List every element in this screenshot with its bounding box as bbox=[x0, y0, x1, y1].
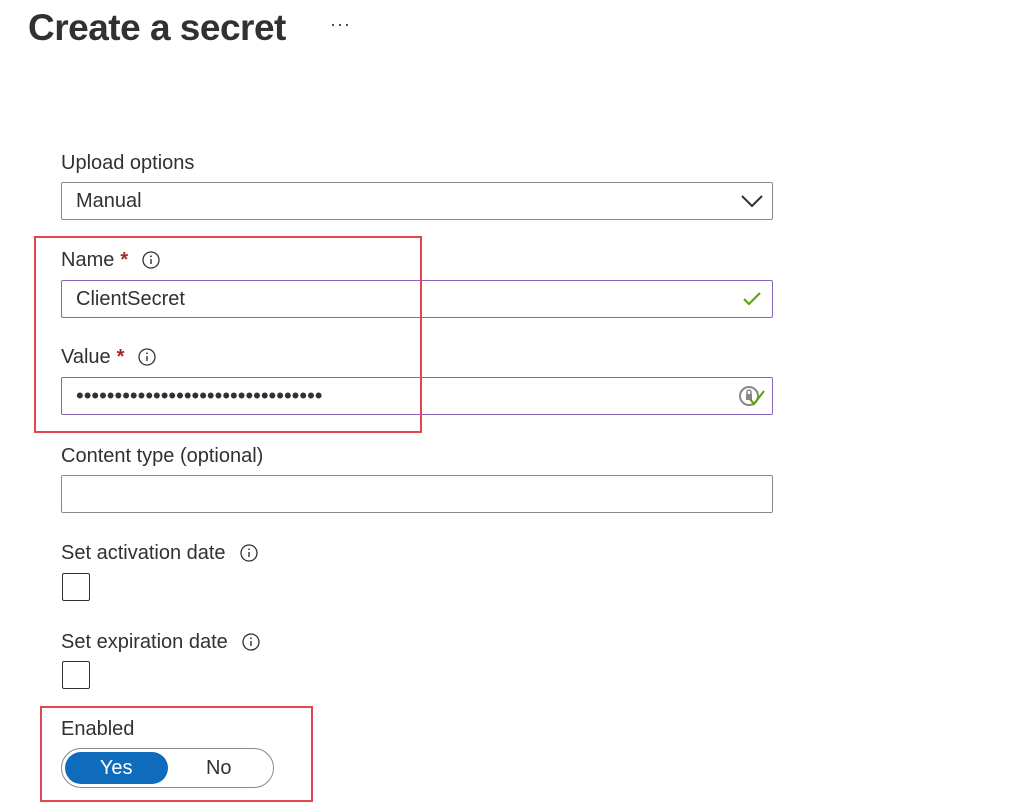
enabled-label: Enabled bbox=[61, 716, 134, 742]
enabled-no-option[interactable]: No bbox=[168, 752, 271, 784]
content-type-label-text: Content type (optional) bbox=[61, 445, 264, 467]
activation-date-label: Set activation date bbox=[61, 540, 258, 566]
checkmark-icon bbox=[732, 281, 772, 317]
chevron-down-icon bbox=[732, 183, 772, 219]
name-label: Name * bbox=[61, 247, 160, 273]
value-input[interactable]: •••••••••••••••••••••••••••••••• bbox=[61, 377, 773, 415]
info-icon[interactable] bbox=[138, 348, 157, 366]
upload-options-label: Upload options bbox=[61, 150, 194, 176]
upload-options-selected-value: Manual bbox=[76, 190, 142, 212]
value-label: Value * bbox=[61, 344, 157, 370]
activation-date-label-text: Set activation date bbox=[61, 542, 226, 564]
expiration-date-label-text: Set expiration date bbox=[61, 631, 228, 653]
required-asterisk: * bbox=[116, 346, 125, 368]
content-type-label: Content type (optional) bbox=[61, 443, 263, 469]
name-label-text: Name bbox=[61, 249, 115, 271]
value-label-text: Value bbox=[61, 346, 111, 368]
content-type-input[interactable] bbox=[61, 475, 773, 513]
more-options-button[interactable]: ··· bbox=[330, 12, 351, 36]
info-icon[interactable] bbox=[239, 544, 258, 562]
name-input-value: ClientSecret bbox=[76, 288, 185, 310]
page-title: Create a secret bbox=[28, 7, 286, 48]
value-input-masked: •••••••••••••••••••••••••••••••• bbox=[76, 383, 323, 408]
upload-options-label-text: Upload options bbox=[61, 152, 195, 174]
enabled-yes-option[interactable]: Yes bbox=[65, 752, 168, 784]
create-secret-page: Create a secret ··· Upload options Manua… bbox=[0, 0, 1024, 810]
upload-options-dropdown[interactable]: Manual bbox=[61, 182, 773, 220]
expiration-date-label: Set expiration date bbox=[61, 629, 260, 655]
enabled-label-text: Enabled bbox=[61, 718, 135, 740]
name-input[interactable]: ClientSecret bbox=[61, 280, 773, 318]
password-manager-check-icon[interactable] bbox=[732, 378, 772, 414]
enabled-toggle[interactable]: Yes No bbox=[61, 748, 274, 788]
info-icon[interactable] bbox=[142, 251, 160, 269]
expiration-date-checkbox[interactable] bbox=[62, 661, 90, 689]
info-icon[interactable] bbox=[242, 633, 260, 651]
required-asterisk: * bbox=[120, 249, 129, 271]
activation-date-checkbox[interactable] bbox=[62, 573, 90, 601]
